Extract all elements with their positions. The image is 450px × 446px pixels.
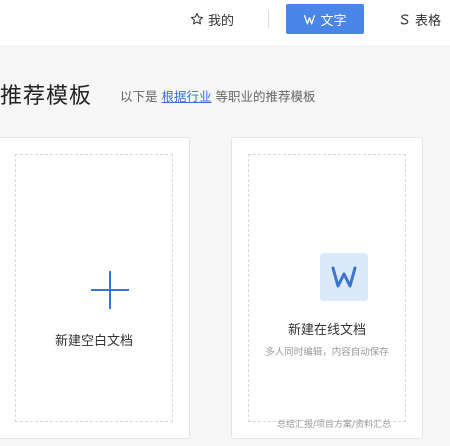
new-online-doc-card[interactable]: 新建在线文档 多人同时编辑，内容自动保存 总结汇报/项目方案/资料汇总 [231, 137, 423, 439]
new-blank-doc-label: 新建空白文档 [54, 334, 133, 349]
nav-text-label: 文字 [320, 13, 347, 29]
industry-link[interactable]: 根据行业 [162, 89, 212, 104]
w-doc-icon [303, 13, 316, 26]
page-subtitle: 以下是 根据行业 等职业的推荐模板 [120, 86, 316, 105]
page-title: 推荐模板 [0, 84, 93, 109]
s-sheet-icon [398, 13, 411, 26]
nav-sheet-label: 表格 [415, 13, 442, 29]
new-online-doc-description: 多人同时编辑，内容自动保存 [265, 347, 389, 358]
nav-sheet-tab[interactable]: 表格 [398, 4, 441, 34]
new-blank-doc-card[interactable]: 新建空白文档 [0, 137, 190, 439]
nav-mine-label: 我的 [208, 13, 235, 29]
nav-divider [268, 10, 269, 28]
w-doc-icon [320, 253, 368, 301]
subtitle-prefix: 以下是 [120, 89, 158, 104]
new-online-doc-tags: 总结汇报/项目方案/资料汇总 [277, 420, 392, 430]
card-dashed-frame: 新建在线文档 多人同时编辑，内容自动保存 总结汇报/项目方案/资料汇总 [248, 154, 406, 430]
subtitle-suffix: 等职业的推荐模板 [215, 89, 316, 104]
top-nav-bar: 我的 文字 表格 [0, 0, 450, 47]
plus-icon [90, 270, 130, 310]
star-icon [190, 12, 204, 26]
nav-text-tab[interactable]: 文字 [286, 4, 364, 34]
card-dashed-frame: 新建空白文档 [15, 154, 173, 422]
new-online-doc-label: 新建在线文档 [287, 323, 366, 338]
nav-mine[interactable]: 我的 [190, 4, 234, 34]
